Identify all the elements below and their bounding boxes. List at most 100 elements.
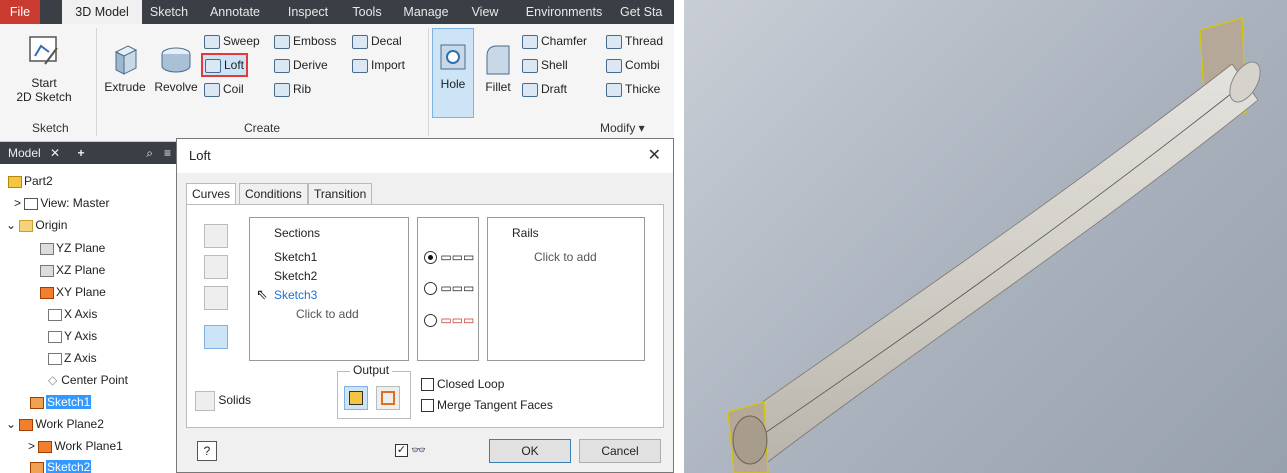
tab-curves[interactable]: Curves [186,183,237,206]
dialog-title: Loft [189,148,211,163]
dialog-titlebar: Loft ✕ [177,139,673,173]
tab-transition[interactable]: Transition [308,183,373,205]
search-icon[interactable]: ⌕ [146,142,153,164]
area-loft-option[interactable]: ▭▭▭ [424,313,474,328]
cancel-button[interactable]: Cancel [579,439,661,463]
shell-button[interactable]: Shell [522,54,568,76]
tree-item-y-axis[interactable]: Y Axis [48,329,97,343]
tree-item-work-plane1[interactable]: > Work Plane1 [28,439,123,453]
tab-manage[interactable]: Manage [396,0,456,24]
tree-item-x-axis[interactable]: X Axis [48,307,97,321]
move-middle-icon[interactable] [204,255,228,279]
tree-item-part2[interactable]: Part2 [8,174,53,188]
move-up-icon[interactable] [204,224,228,248]
glasses-icon: 👓 [411,443,426,457]
sections-list[interactable]: Sections Sketch1 Sketch2 Sketch3 Click t… [249,217,409,361]
tab-tools[interactable]: Tools [344,0,390,24]
rib-button[interactable]: Rib [274,78,311,100]
help-button[interactable]: ? [197,441,217,461]
tree-label: Work Plane1 [54,439,123,453]
tree-item-sketch1[interactable]: Sketch1 [30,395,92,409]
plane-icon [40,264,54,277]
sections-header: Sections [274,226,321,240]
coil-label: Coil [223,82,244,96]
rails-list[interactable]: Rails Click to add [487,217,645,361]
tree-item-view-master[interactable]: > View: Master [14,196,109,210]
emboss-button[interactable]: Emboss [274,30,336,52]
radio-centerline[interactable] [424,282,437,296]
draft-button[interactable]: Draft [522,78,567,100]
section-item[interactable]: Sketch2 [274,269,317,283]
combine-icon [606,58,622,73]
close-icon[interactable]: ✕ [648,139,661,173]
derive-button[interactable]: Derive [274,54,328,76]
tab-file[interactable]: File [0,0,40,24]
checkbox[interactable] [421,399,434,413]
tab-conditions[interactable]: Conditions [239,183,308,205]
start-2d-sketch-button[interactable]: Start 2D Sketch [10,34,78,104]
solids-selector[interactable]: Solids [195,391,251,411]
tree-item-work-plane2[interactable]: ⌄ Work Plane2 [6,417,104,431]
tree-label: X Axis [64,307,98,321]
solid-output-button[interactable] [344,386,368,410]
coil-button[interactable]: Coil [204,78,244,100]
revolve-icon [161,47,191,73]
tab-annotate[interactable]: Annotate [200,0,270,24]
tree-label: Center Point [61,373,128,387]
checkbox[interactable] [421,378,434,392]
tab-3d-model[interactable]: 3D Model [62,0,142,24]
tree-label: XY Plane [56,285,106,299]
modify-group-label[interactable]: Modify ▾ [600,121,645,135]
tab-sketch[interactable]: Sketch [142,0,196,24]
preview-checkbox[interactable]: ✓ [395,444,408,458]
pointer-icon [195,391,215,411]
section-item[interactable]: Sketch3 [274,288,317,302]
close-icon[interactable]: ✕ [50,146,60,160]
3d-viewport[interactable] [684,0,1287,473]
fillet-button[interactable]: Fillet [478,42,518,94]
thicken-button[interactable]: Thicke [606,78,660,100]
rails-click-to-add[interactable]: Click to add [534,250,597,264]
tab-view[interactable]: View [464,0,506,24]
tab-inspect[interactable]: Inspect [278,0,338,24]
tree-item-xy-plane[interactable]: XY Plane [40,285,106,299]
revolve-button[interactable]: Revolve [150,42,202,94]
decal-button[interactable]: Decal [352,30,402,52]
rails-option[interactable]: ▭▭▭ [424,250,474,265]
tab-environments[interactable]: Environments [514,0,614,24]
tab-get-started[interactable]: Get Sta [620,0,674,24]
extrude-button[interactable]: Extrude [102,42,148,94]
sections-click-to-add[interactable]: Click to add [296,307,359,321]
loft-button[interactable]: Loft [201,53,249,77]
centerline-option[interactable]: ▭▭▭ [424,281,474,296]
loft-icon [205,58,221,73]
ok-button[interactable]: OK [489,439,571,463]
radio-area-loft[interactable] [424,314,437,328]
tree-item-z-axis[interactable]: Z Axis [48,351,97,365]
add-tab-icon[interactable]: + [77,146,84,160]
thread-button[interactable]: Thread [606,30,663,52]
preview-toggle[interactable]: ✓ 👓 [395,443,426,458]
import-button[interactable]: Import [352,54,405,76]
tree-label: XZ Plane [56,263,106,277]
combine-label: Combi [625,58,660,72]
chamfer-button[interactable]: Chamfer [522,30,587,52]
coil-icon [204,82,220,97]
part-icon [8,175,22,188]
section-item[interactable]: Sketch1 [274,250,317,264]
tree-item-xz-plane[interactable]: XZ Plane [40,263,105,277]
radio-rails[interactable] [424,251,437,265]
tree-item-center-point[interactable]: ◇ Center Point [48,373,128,387]
merge-tangent-checkbox[interactable]: Merge Tangent Faces [421,398,553,413]
closed-loop-checkbox[interactable]: Closed Loop [421,377,504,392]
combine-button[interactable]: Combi [606,54,660,76]
tree-item-origin[interactable]: ⌄ Origin [6,218,67,232]
surface-output-button[interactable] [376,386,400,410]
hole-button[interactable]: Hole [432,28,474,118]
add-section-icon[interactable] [204,325,228,349]
move-down-icon[interactable] [204,286,228,310]
tree-item-sketch2[interactable]: Sketch2 [30,460,92,473]
tree-item-yz-plane[interactable]: YZ Plane [40,241,105,255]
sweep-button[interactable]: Sweep [204,30,260,52]
menu-icon[interactable]: ≡ [164,142,171,164]
